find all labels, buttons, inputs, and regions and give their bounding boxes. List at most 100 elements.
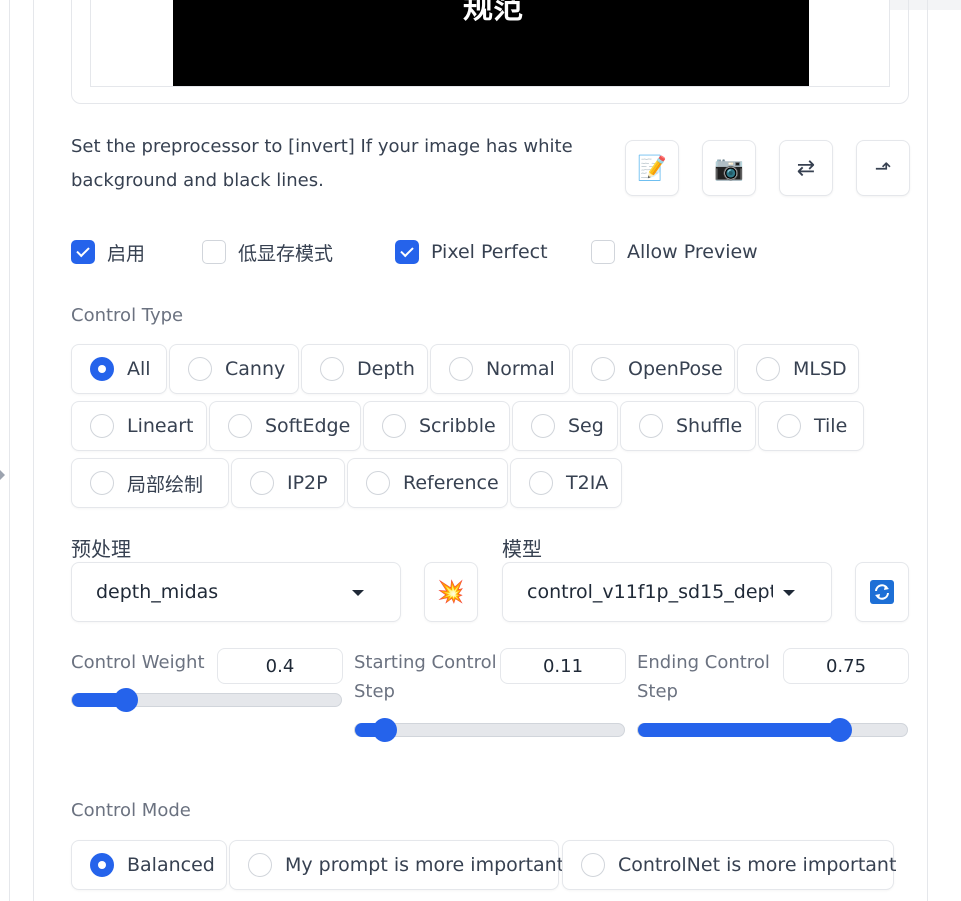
enable-label: 启用: [107, 242, 146, 265]
radio-button[interactable]: [639, 414, 663, 438]
control-type-ip2p[interactable]: IP2P: [231, 458, 345, 508]
radio-label: ControlNet is more important: [618, 854, 897, 876]
radio-button[interactable]: [250, 471, 274, 495]
control-type-softedge[interactable]: SoftEdge: [209, 401, 361, 451]
radio-label: Scribble: [419, 415, 496, 437]
radio-button[interactable]: [90, 414, 114, 438]
control-weight-slider[interactable]: [71, 688, 342, 712]
control-type-depth[interactable]: Depth: [301, 344, 428, 394]
control-weight-label: Control Weight: [71, 652, 205, 673]
control-weight-thumb[interactable]: [113, 688, 138, 712]
ending-step-slider[interactable]: [637, 718, 908, 742]
starting-step-input[interactable]: 0.11: [500, 648, 626, 684]
control-type-mlsd[interactable]: MLSD: [737, 344, 859, 394]
control-image[interactable]: 规范: [173, 0, 809, 86]
control-type-lineart[interactable]: Lineart: [71, 401, 207, 451]
control-weight-input[interactable]: 0.4: [217, 648, 343, 684]
swap-icon: ⇄: [796, 155, 816, 181]
control-type-inpaint[interactable]: 局部绘制: [71, 458, 229, 508]
radio-label: IP2P: [287, 472, 328, 494]
edit-button[interactable]: 📝: [625, 140, 679, 196]
image-panel: 规范: [71, 0, 909, 104]
ending-step-input[interactable]: 0.75: [783, 648, 909, 684]
control-type-all[interactable]: All: [71, 344, 167, 394]
pixel-perfect-checkbox[interactable]: [395, 240, 419, 264]
low-vram-checkbox-row[interactable]: 低显存模式: [202, 238, 333, 266]
swap-button[interactable]: ⇄: [779, 140, 833, 196]
radio-button[interactable]: [188, 357, 212, 381]
image-container: 规范: [90, 0, 890, 87]
radio-button[interactable]: [529, 471, 553, 495]
low-vram-checkbox[interactable]: [202, 240, 226, 264]
radio-button[interactable]: [320, 357, 344, 381]
radio-label: SoftEdge: [265, 415, 351, 437]
left-divider-inner: [33, 0, 34, 901]
edit-icon: 📝: [637, 154, 667, 182]
starting-step-slider[interactable]: [354, 718, 625, 742]
radio-button[interactable]: [449, 357, 473, 381]
control-image-text: 规范: [463, 0, 523, 26]
allow-preview-checkbox-row[interactable]: Allow Preview: [591, 238, 758, 266]
ending-step-thumb[interactable]: [827, 718, 852, 742]
control-type-normal[interactable]: Normal: [430, 344, 570, 394]
radio-label: All: [127, 358, 151, 380]
radio-label: Normal: [486, 358, 555, 380]
radio-button[interactable]: [248, 853, 272, 877]
control-type-openpose[interactable]: OpenPose: [572, 344, 735, 394]
camera-button[interactable]: 📷: [702, 140, 756, 196]
radio-label: T2IA: [566, 472, 609, 494]
radio-label: Seg: [568, 415, 604, 437]
radio-button[interactable]: [90, 853, 114, 877]
collapse-arrow-icon[interactable]: [0, 470, 5, 480]
control-mode-controlnet-important[interactable]: ControlNet is more important: [562, 840, 897, 890]
radio-label: Lineart: [127, 415, 194, 437]
enable-checkbox-row[interactable]: 启用: [71, 238, 145, 266]
control-mode-balanced[interactable]: Balanced: [71, 840, 227, 890]
run-preprocessor-button[interactable]: 💥: [424, 562, 478, 622]
control-type-t2ia[interactable]: T2IA: [510, 458, 622, 508]
radio-label: OpenPose: [628, 358, 723, 380]
radio-label: 局部绘制: [127, 473, 204, 496]
radio-button[interactable]: [531, 414, 555, 438]
control-mode-prompt-important[interactable]: My prompt is more important: [229, 840, 564, 890]
radio-button[interactable]: [382, 414, 406, 438]
refresh-models-button[interactable]: [855, 562, 909, 622]
right-divider: [927, 0, 928, 901]
radio-button[interactable]: [366, 471, 390, 495]
control-type-scribble[interactable]: Scribble: [363, 401, 510, 451]
radio-button[interactable]: [228, 414, 252, 438]
radio-button[interactable]: [591, 357, 615, 381]
allow-preview-label: Allow Preview: [627, 241, 758, 263]
preprocessor-label: 预处理: [71, 537, 131, 561]
refresh-icon: [870, 580, 894, 604]
pixel-perfect-checkbox-row[interactable]: Pixel Perfect: [395, 238, 548, 266]
ending-step-fill: [638, 723, 840, 737]
control-mode-label: Control Mode: [71, 800, 191, 821]
pixel-perfect-label: Pixel Perfect: [431, 241, 548, 263]
radio-button[interactable]: [777, 414, 801, 438]
control-type-seg[interactable]: Seg: [512, 401, 618, 451]
model-label: 模型: [502, 537, 542, 561]
model-value: control_v11f1p_sd15_depth: [527, 581, 773, 603]
radio-label: Canny: [225, 358, 286, 380]
ending-step-label: Ending Control Step: [637, 652, 770, 702]
radio-button[interactable]: [756, 357, 780, 381]
radio-button[interactable]: [581, 853, 605, 877]
control-type-shuffle[interactable]: Shuffle: [620, 401, 756, 451]
control-type-canny[interactable]: Canny: [169, 344, 299, 394]
preprocessor-value: depth_midas: [96, 581, 219, 603]
enable-checkbox[interactable]: [71, 240, 95, 264]
model-select[interactable]: control_v11f1p_sd15_depth: [502, 562, 832, 622]
control-type-tile[interactable]: Tile: [758, 401, 864, 451]
radio-button[interactable]: [90, 357, 114, 381]
radio-button[interactable]: [90, 471, 114, 495]
starting-step-thumb[interactable]: [372, 718, 397, 742]
radio-label: Balanced: [127, 854, 215, 876]
send-dimensions-button[interactable]: ⬏: [856, 140, 910, 196]
radio-label: Shuffle: [676, 415, 743, 437]
radio-label: My prompt is more important: [285, 854, 565, 876]
control-type-label: Control Type: [71, 305, 184, 326]
allow-preview-checkbox[interactable]: [591, 240, 615, 264]
preprocessor-select[interactable]: depth_midas: [71, 562, 401, 622]
control-type-reference[interactable]: Reference: [347, 458, 508, 508]
